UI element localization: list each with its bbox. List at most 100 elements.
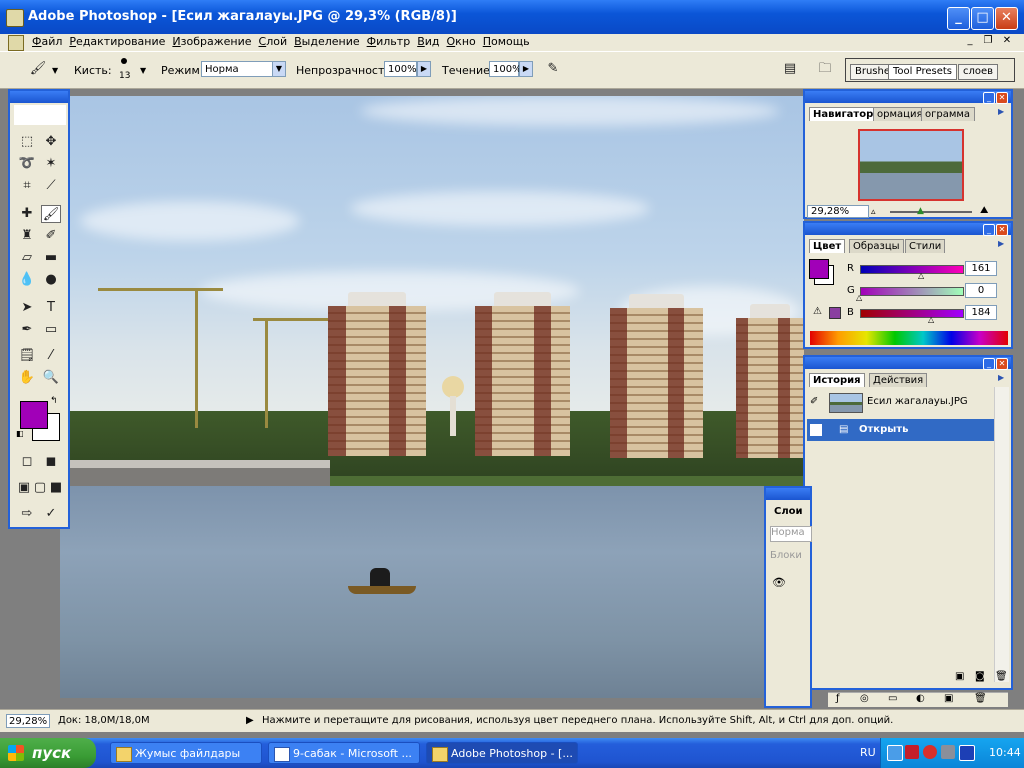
color-close-icon[interactable]: ✕ (996, 224, 1008, 236)
dodge-tool-icon[interactable]: ● (41, 271, 61, 289)
channel-g-slider[interactable] (860, 287, 964, 296)
language-indicator[interactable]: RU (860, 746, 876, 759)
clone-stamp-tool-icon[interactable]: ♜ (17, 227, 37, 245)
navigator-close-icon[interactable]: ✕ (996, 92, 1008, 104)
menu-file[interactable]: Файл (32, 35, 69, 48)
path-select-tool-icon[interactable]: ➤ (17, 299, 37, 317)
tab-histogram[interactable]: ограмма (921, 107, 975, 121)
channel-b-slider[interactable] (860, 309, 964, 318)
zoom-out-icon[interactable]: ▵ (871, 207, 876, 217)
move-tool-icon[interactable]: ✥ (41, 133, 61, 151)
zoom-tool-icon[interactable]: 🔍 (41, 369, 61, 387)
taskbar-item-folder[interactable]: Жумыс файлдары (110, 742, 262, 764)
delete-state-icon[interactable]: 🗑 (995, 671, 1008, 682)
pen-tool-icon[interactable]: ✒ (17, 321, 37, 339)
taskbar-item-photoshop[interactable]: Adobe Photoshop - [... (426, 742, 578, 764)
channel-b-input[interactable]: 184 (965, 305, 997, 320)
zoom-slider-thumb-icon[interactable]: ▲ (917, 206, 924, 216)
menu-filter[interactable]: Фильтр (367, 35, 418, 48)
adjustment-layer-icon[interactable]: ◐ (916, 693, 925, 704)
history-snapshot[interactable]: ✐ Есил жагалауы.JPG (807, 391, 997, 413)
menu-layer[interactable]: Слой (259, 35, 295, 48)
gradient-tool-icon[interactable]: ▬ (41, 249, 61, 267)
well-tab-layer-comps[interactable]: слоев (958, 64, 999, 80)
menu-select[interactable]: Выделение (294, 35, 367, 48)
new-snapshot-icon[interactable]: ◙ (975, 671, 985, 682)
add-layer-style-icon[interactable]: ƒ (836, 693, 840, 704)
type-tool-icon[interactable]: T (41, 299, 61, 317)
tab-navigator[interactable]: Навигатор (809, 107, 878, 121)
menu-image[interactable]: Изображение (172, 35, 258, 48)
flow-input[interactable]: 100% (489, 61, 522, 77)
minimize-button[interactable]: _ (947, 7, 970, 30)
color-minimize-icon[interactable]: _ (983, 224, 995, 236)
start-button[interactable]: пуск (0, 738, 96, 768)
shape-tool-icon[interactable]: ▭ (41, 321, 61, 339)
channel-b-thumb-icon[interactable]: △ (928, 315, 934, 324)
tab-actions[interactable]: Действия (869, 373, 928, 387)
chevron-down-icon[interactable]: ▼ (52, 66, 58, 75)
brush-picker-arrow-icon[interactable]: ▼ (140, 66, 146, 75)
photoshop-app-icon[interactable] (6, 9, 24, 27)
document-icon[interactable] (8, 35, 24, 51)
history-scrollbar[interactable] (994, 387, 1009, 682)
history-menu-icon[interactable]: ▶ (998, 373, 1008, 385)
add-mask-icon[interactable]: ◎ (860, 693, 869, 704)
navigator-titlebar[interactable]: _ ✕ (805, 91, 1011, 104)
history-minimize-icon[interactable]: _ (983, 358, 995, 370)
channel-r-slider[interactable] (860, 265, 964, 274)
brush-preset-icon[interactable]: 🖌 (28, 60, 48, 78)
history-item[interactable]: ▤ Открыть (807, 419, 997, 441)
toolbox-titlebar[interactable] (10, 91, 68, 103)
new-group-icon[interactable]: ▭ (888, 693, 897, 704)
navigator-minimize-icon[interactable]: _ (983, 92, 995, 104)
mode-dropdown-icon[interactable]: ▼ (272, 61, 286, 77)
opacity-slider-icon[interactable]: ▶ (417, 61, 431, 77)
history-state-marker-icon[interactable] (810, 424, 822, 436)
delete-layer-icon[interactable]: 🗑 (974, 693, 987, 704)
network-icon[interactable] (941, 745, 955, 759)
brush-tool-icon[interactable]: 🖌 (41, 205, 61, 223)
hand-tool-icon[interactable]: ✋ (17, 369, 37, 387)
new-layer-icon[interactable]: ▣ (944, 693, 953, 704)
crop-tool-icon[interactable]: ⌗ (17, 177, 37, 195)
jump-to-imageready-icon[interactable]: ⇨ (17, 505, 37, 523)
channel-g-thumb-icon[interactable]: △ (856, 293, 862, 302)
mode-select[interactable]: Норма (201, 61, 273, 77)
well-tab-tool-presets[interactable]: Tool Presets (888, 64, 957, 80)
doc-restore-icon[interactable]: ❐ (980, 35, 996, 49)
eyedropper-tool-icon[interactable]: ⁄ (41, 347, 61, 365)
airbrush-icon[interactable]: ✎ (543, 60, 563, 78)
lasso-tool-icon[interactable]: ➰ (17, 155, 37, 173)
channel-r-thumb-icon[interactable]: △ (918, 271, 924, 280)
menu-window[interactable]: Окно (447, 35, 483, 48)
menu-help[interactable]: Помощь (483, 35, 537, 48)
gamut-color-swatch[interactable] (829, 307, 841, 319)
quick-mask-mode-icon[interactable]: ◼ (41, 453, 61, 471)
new-document-from-state-icon[interactable]: ▣ (955, 671, 964, 682)
history-brush-source-icon[interactable]: ✐ (810, 391, 818, 413)
navigator-menu-icon[interactable]: ▶ (998, 107, 1008, 119)
layer-visibility-icon[interactable]: 👁 (772, 576, 786, 589)
healing-brush-tool-icon[interactable]: ✚ (17, 205, 37, 223)
opacity-input[interactable]: 100% (384, 61, 417, 77)
doc-size-info[interactable]: Док: 18,0M/18,0M (58, 715, 150, 726)
tab-layers[interactable]: Слои (774, 506, 803, 517)
gamut-warning-icon[interactable]: ⚠ (813, 306, 822, 317)
default-colors-icon[interactable]: ◧ (16, 429, 24, 438)
color-titlebar[interactable]: _ ✕ (805, 223, 1011, 236)
color-fg-swatch[interactable] (809, 259, 829, 279)
tab-info[interactable]: ормация (873, 107, 925, 121)
maximize-button[interactable]: □ (971, 7, 994, 30)
tab-styles[interactable]: Стили (905, 239, 946, 253)
zoom-in-icon[interactable]: ⛰ (980, 205, 988, 216)
eraser-tool-icon[interactable]: ▱ (17, 249, 37, 267)
tray-monitor-icon[interactable] (959, 745, 975, 761)
slice-tool-icon[interactable]: ⟋ (41, 177, 61, 195)
history-brush-tool-icon[interactable]: ✐ (41, 227, 61, 245)
magic-wand-tool-icon[interactable]: ✶ (41, 155, 61, 173)
taskbar-item-word[interactable]: 9-сабак - Microsoft ... (268, 742, 420, 764)
tray-app-icon[interactable] (887, 745, 903, 761)
tab-color[interactable]: Цвет (809, 239, 846, 253)
doc-close-icon[interactable]: ✕ (999, 35, 1015, 49)
